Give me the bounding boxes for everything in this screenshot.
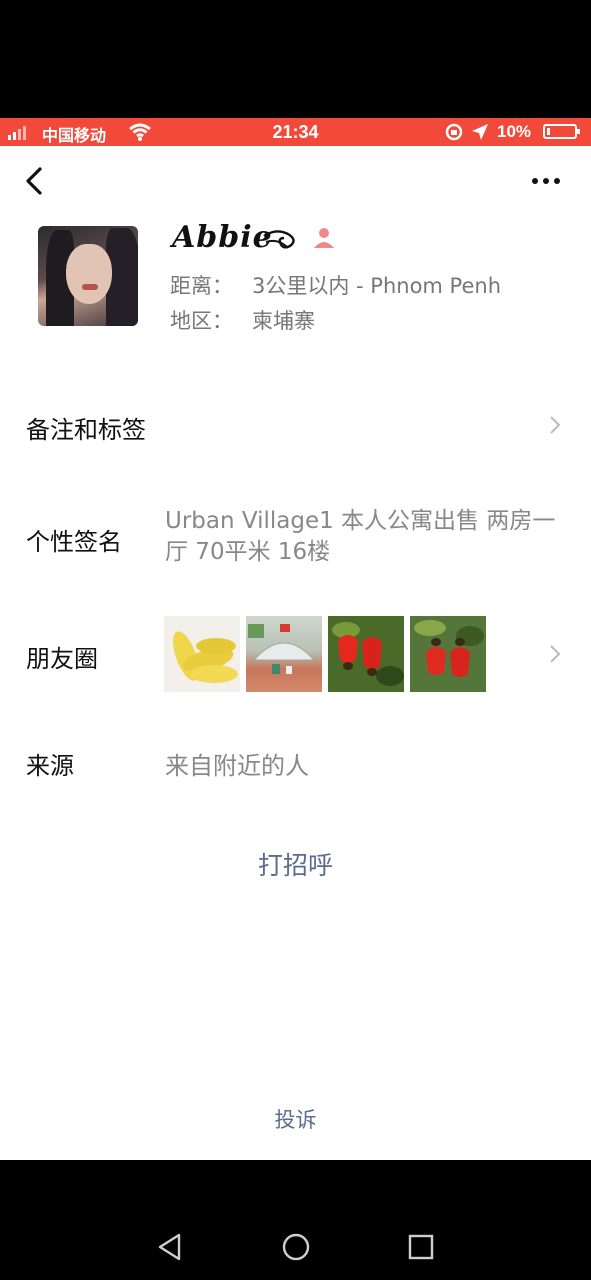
avatar[interactable] [38, 226, 138, 326]
status-bar: 中国移动 21:34 10% [0, 118, 591, 146]
complain-link[interactable]: 投诉 [0, 1104, 591, 1134]
remark-tags-label[interactable]: 备注和标签 [26, 410, 146, 445]
nav-back-icon[interactable] [155, 1232, 185, 1262]
greet-button[interactable]: 打招呼 [0, 846, 591, 882]
region-row: 地区： 柬埔寨 [170, 305, 315, 335]
profile-name: Abbie [172, 220, 273, 255]
distance-value: 3公里以内 - Phnom Penh [252, 274, 502, 298]
chevron-right-icon[interactable] [548, 414, 562, 436]
nav-home-icon[interactable] [281, 1232, 311, 1262]
distance-label: 距离： [170, 274, 233, 298]
moments-photo-cashew-fruit-1[interactable] [328, 616, 404, 692]
signature-text: Urban Village1 本人公寓出售 两房一厅 70平米 16楼 [165, 508, 556, 565]
source-value: 来自附近的人 [165, 752, 309, 780]
profile-screen: Abbie 距离： 3公里以内 - Phnom Penh 地区： 柬埔寨 备注和标签… [0, 146, 591, 1160]
moments-photo-cashew-fruit-2[interactable] [410, 616, 486, 692]
region-value: 柬埔寨 [252, 309, 315, 333]
moments-photo-bananas[interactable] [164, 616, 240, 692]
rotation-lock-icon [445, 123, 463, 141]
distance-row: 距离： 3公里以内 - Phnom Penh [170, 270, 501, 300]
name-swirl-symbol-icon [263, 230, 295, 249]
battery-icon [543, 124, 580, 139]
more-dots-icon[interactable] [528, 174, 564, 188]
battery-percent: 10% [497, 122, 532, 141]
top-black-area [0, 0, 591, 118]
region-label: 地区： [170, 309, 233, 333]
moments-label[interactable]: 朋友圈 [26, 639, 98, 674]
back-chevron-icon[interactable] [20, 166, 50, 196]
chevron-right-icon[interactable] [548, 643, 562, 665]
location-arrow-icon [472, 124, 488, 140]
moments-photo-outdoor[interactable] [246, 616, 322, 692]
nav-recents-icon[interactable] [406, 1232, 436, 1262]
android-nav-bar [0, 1160, 591, 1280]
signature-label: 个性签名 [26, 528, 122, 556]
source-label: 来源 [26, 752, 74, 780]
female-gender-icon [314, 228, 334, 248]
